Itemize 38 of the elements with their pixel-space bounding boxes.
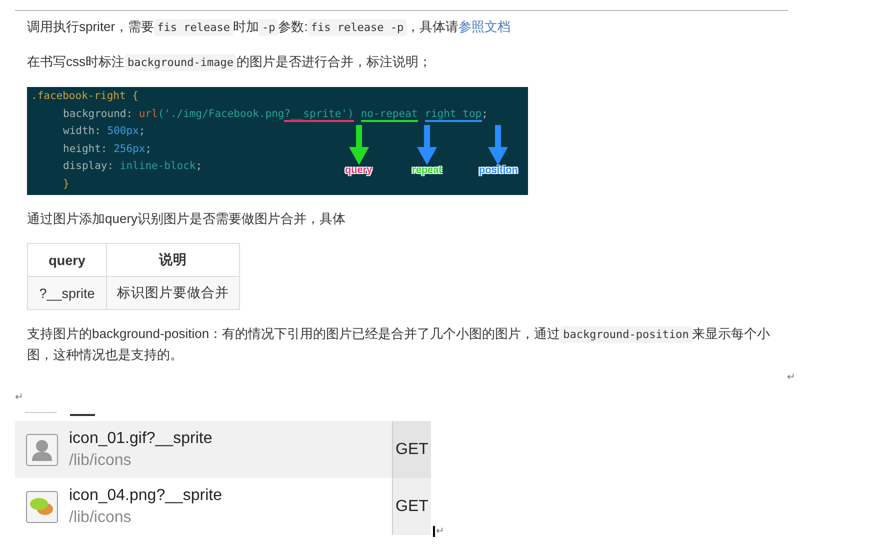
code-line: background: url('./img/Facebook.png?__sprite') no-repeat right top; (62, 106, 488, 123)
paragraph: 通过图片添加query识别图片是否需要做图片合并，具体 (27, 210, 347, 228)
paragraph: 支持图片的background-position：有的情况下引用的图片已经是合并了几个小图的图片，通过 background-position 来显示每个小图，这种情况也是支持的。 (27, 325, 771, 364)
inline-code: -p (258, 19, 278, 36)
paragraph-mark: ↵ (15, 392, 24, 403)
annotation-label: query (345, 165, 372, 176)
inline-code: fis release -p (308, 19, 407, 36)
code-line: width: 500px; (62, 124, 146, 139)
file-path: /lib/icons (69, 508, 132, 528)
table-cell: ?__sprite (28, 276, 106, 310)
request-row[interactable]: icon_04.png?__sprite /lib/icons GET (15, 478, 431, 535)
down-arrow-icon (417, 125, 437, 165)
code-line: height: 256px; (62, 142, 152, 156)
column-header: query (28, 244, 106, 276)
paragraph: 在书写css时标注 background-image 的图片是否进行合并，标注说明； (27, 53, 432, 73)
down-arrow-icon (488, 125, 508, 165)
paragraph: 调用执行spriter，需要 fis release 时加 -p 参数: fis release -p ，具体请参照文档 (27, 18, 512, 38)
column-header: 说明 (106, 244, 240, 276)
method-cell: GET (392, 478, 431, 535)
file-name: icon_01.gif?__sprite (69, 428, 214, 448)
code-line: } (62, 176, 70, 192)
user-icon (26, 434, 58, 466)
file-path: /lib/icons (69, 450, 132, 470)
table-cell: 标识图片要做合并 (106, 276, 240, 310)
docs-link[interactable]: 参照文档 (458, 19, 511, 34)
chat-bubbles-icon (26, 490, 58, 522)
paragraph-mark: ↵ (433, 526, 444, 537)
down-arrow-icon (348, 125, 369, 165)
annotation-label: repeat (412, 165, 442, 176)
file-name: icon_04.png?__sprite (69, 486, 224, 506)
code-line: .facebook-right { (31, 89, 138, 104)
inline-code: fis release (154, 19, 233, 36)
paragraph-mark: ↵ (787, 372, 796, 383)
code-line: display: inline-block; (62, 159, 202, 174)
method-cell: GET (392, 421, 431, 478)
annotation-label: position (479, 165, 518, 176)
inline-code: background-image (124, 54, 236, 71)
request-row[interactable]: icon_01.gif?__sprite /lib/icons GET (15, 421, 431, 478)
